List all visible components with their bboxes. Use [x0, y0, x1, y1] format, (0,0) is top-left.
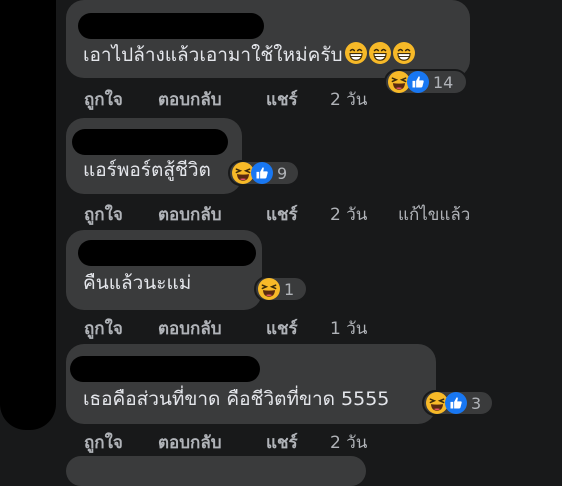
comment-actions: ถูกใจ ตอบกลับ แชร์ 2 วัน [84, 429, 367, 456]
redacted-author-name[interactable] [70, 356, 260, 382]
like-reaction-icon [251, 162, 273, 184]
comment-actions: ถูกใจ ตอบกลับ แชร์ 2 วัน [84, 86, 367, 113]
laugh-reaction-icon [258, 278, 280, 300]
reply-button[interactable]: ตอบกลับ [158, 429, 266, 456]
reaction-count: 14 [433, 72, 454, 92]
share-button[interactable]: แชร์ [266, 429, 330, 456]
redacted-avatar-column [0, 0, 56, 430]
reaction-count: 1 [284, 279, 295, 299]
like-button[interactable]: ถูกใจ [84, 315, 158, 342]
redacted-author-name[interactable] [72, 129, 228, 155]
reply-button[interactable]: ตอบกลับ [158, 86, 266, 113]
comment-text: คืนแล้วนะแม่ [83, 272, 192, 294]
comment-actions: ถูกใจ ตอบกลับ แชร์ 2 วัน แก้ไขแล้ว [84, 201, 470, 228]
timestamp[interactable]: 2 วัน [330, 86, 367, 113]
comment-actions: ถูกใจ ตอบกลับ แชร์ 1 วัน [84, 315, 367, 342]
grin-icon [393, 42, 415, 64]
grin-icon [345, 42, 367, 64]
like-button[interactable]: ถูกใจ [84, 201, 158, 228]
reaction-count: 9 [277, 163, 288, 183]
reaction-summary[interactable]: 3 [422, 390, 494, 416]
reply-button[interactable]: ตอบกลับ [158, 315, 266, 342]
like-button[interactable]: ถูกใจ [84, 429, 158, 456]
like-reaction-icon [445, 392, 467, 414]
reply-button[interactable]: ตอบกลับ [158, 201, 266, 228]
comment-text: เธอคือส่วนที่ขาด คือชีวิตที่ขาด 5555 [83, 388, 390, 410]
timestamp[interactable]: 2 วัน [330, 201, 398, 228]
share-button[interactable]: แชร์ [266, 315, 330, 342]
timestamp[interactable]: 1 วัน [330, 315, 367, 342]
share-button[interactable]: แชร์ [266, 201, 330, 228]
edited-label: แก้ไขแล้ว [398, 205, 471, 225]
reaction-count: 3 [471, 393, 482, 413]
redacted-author-name[interactable] [78, 240, 256, 266]
like-reaction-icon [407, 71, 429, 93]
redacted-author-name[interactable] [78, 13, 264, 39]
reaction-summary[interactable]: 1 [254, 276, 308, 302]
reaction-summary[interactable]: 9 [228, 160, 300, 186]
share-button[interactable]: แชร์ [266, 86, 330, 113]
timestamp[interactable]: 2 วัน [330, 429, 367, 456]
comment-bubble-partial [66, 456, 366, 486]
grin-icon [369, 42, 391, 64]
like-button[interactable]: ถูกใจ [84, 86, 158, 113]
reaction-summary[interactable]: 14 [384, 69, 468, 95]
comment-text: เอาไปล้างแล้วเอามาใช้ใหม่ครับ [83, 42, 415, 67]
comment-text: แอร์พอร์ตสู้ชีวิต [83, 159, 211, 181]
